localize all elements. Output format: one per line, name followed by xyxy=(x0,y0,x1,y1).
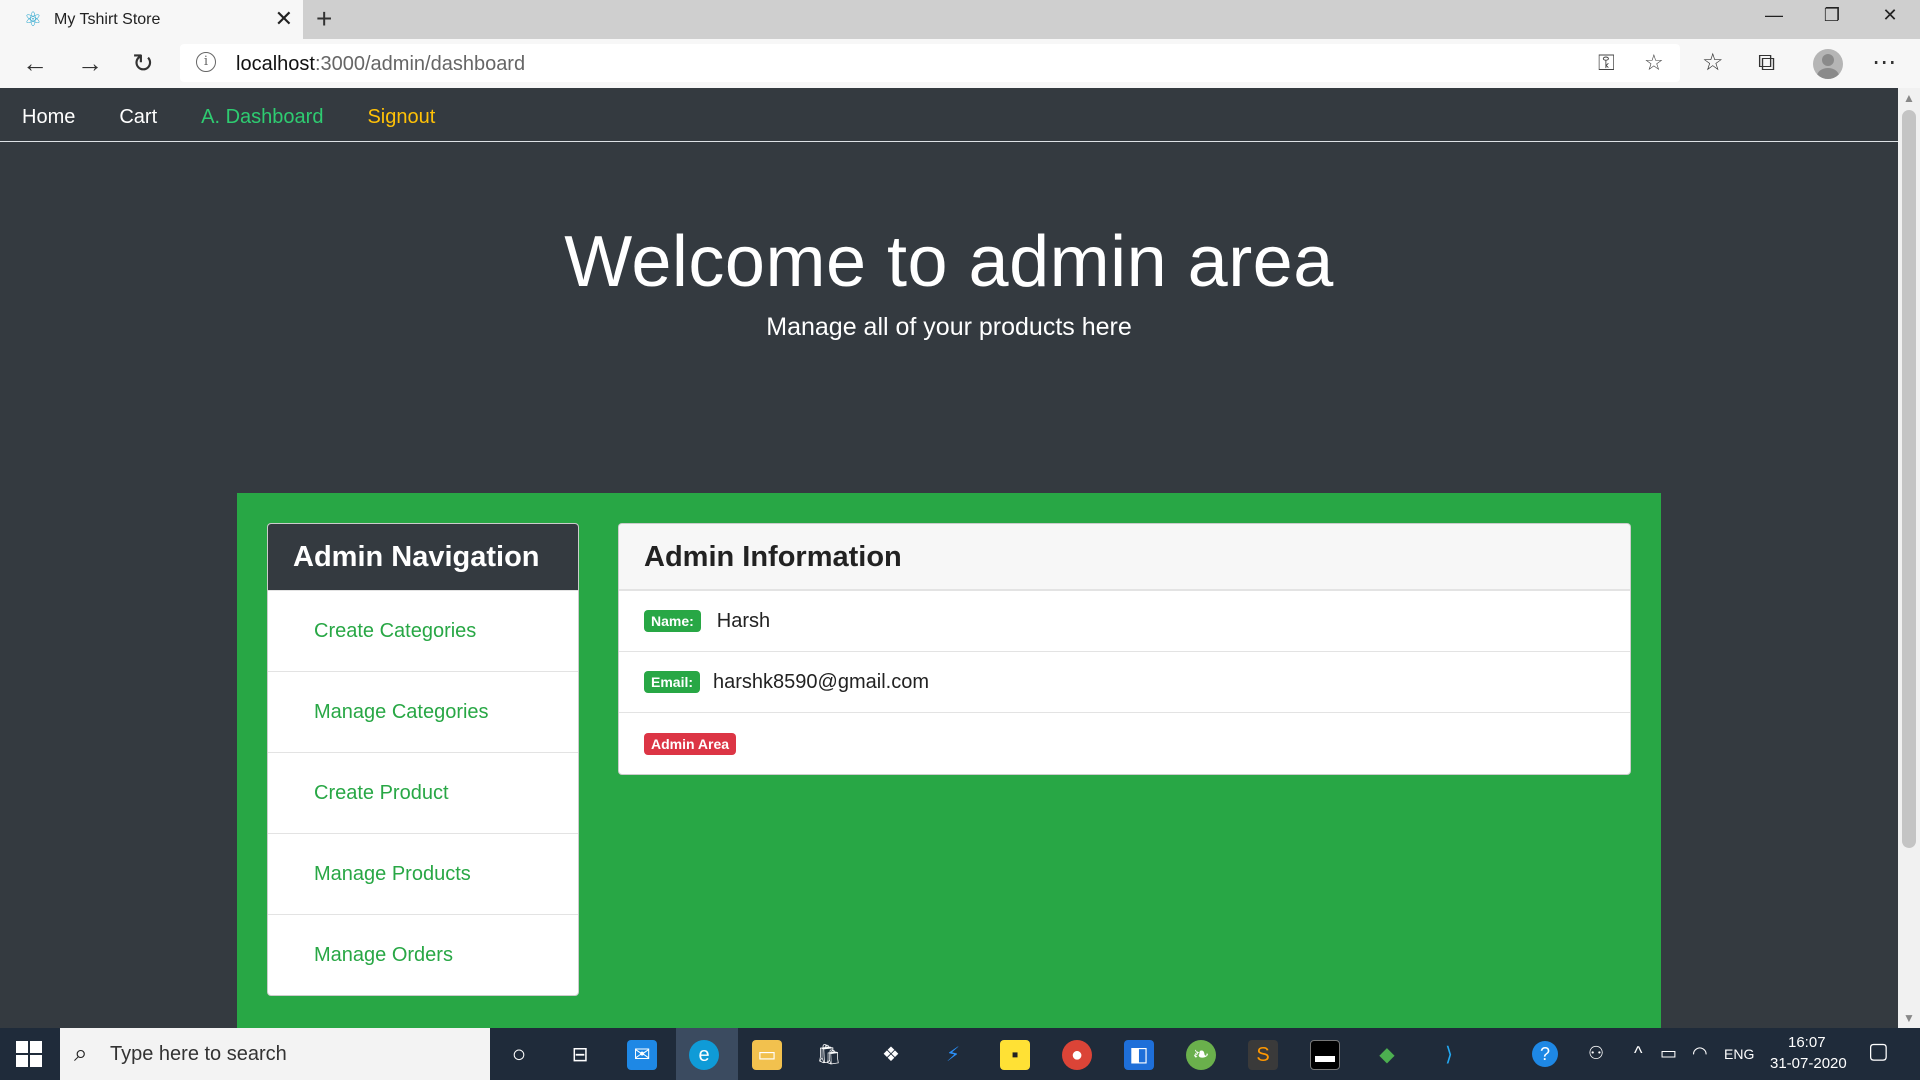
battery-icon[interactable]: ▭ xyxy=(1660,1043,1677,1063)
back-icon[interactable]: ← xyxy=(22,49,48,77)
hero-title: Welcome to admin area xyxy=(564,222,1334,302)
admin-name-row: Name: Harsh xyxy=(619,590,1630,651)
hero-section: Welcome to admin area Manage all of your… xyxy=(0,143,1898,342)
nav-cart-link[interactable]: Cart xyxy=(97,88,179,142)
edge-browser-icon[interactable]: e xyxy=(689,1040,719,1070)
store-icon[interactable]: 🛍 xyxy=(814,1040,844,1070)
restore-icon[interactable]: ❐ xyxy=(1804,0,1860,32)
hero-subtitle: Manage all of your products here xyxy=(766,313,1132,342)
browser-tab[interactable]: ⚛ My Tshirt Store ✕ xyxy=(0,0,303,39)
refresh-icon[interactable]: ↻ xyxy=(132,49,154,77)
close-tab-icon[interactable]: ✕ xyxy=(275,8,293,30)
admin-area-row: Admin Area xyxy=(619,712,1630,774)
admin-name-value: Harsh xyxy=(716,609,771,632)
favorites-icon[interactable]: ☆ xyxy=(1702,49,1724,77)
page-scrollbar[interactable]: ▲ ▼ xyxy=(1898,88,1920,1028)
create-product-link[interactable]: Create Product xyxy=(314,782,449,804)
file-explorer-icon[interactable]: ▭ xyxy=(752,1040,782,1070)
more-icon[interactable]: ⋯ xyxy=(1872,49,1896,77)
clock-time[interactable]: 16:07 xyxy=(1788,1034,1826,1051)
help-icon[interactable]: ? xyxy=(1532,1041,1558,1067)
taskbar-search-placeholder: Type here to search xyxy=(110,1043,287,1065)
create-categories-link[interactable]: Create Categories xyxy=(314,620,476,642)
react-favicon-icon: ⚛ xyxy=(24,8,42,31)
windows-taskbar: ⌕ Type here to search ○ ⊟ ✉ e ▭ 🛍 ❖ ⚡ ▪ … xyxy=(0,1028,1920,1080)
dropbox-icon[interactable]: ❖ xyxy=(876,1040,906,1070)
dashboard-panel: Admin Navigation Create Categories Manag… xyxy=(237,493,1661,1028)
chrome-icon[interactable]: ● xyxy=(1062,1040,1092,1070)
scroll-down-icon[interactable]: ▼ xyxy=(1903,1011,1915,1025)
search-icon: ⌕ xyxy=(74,1040,88,1067)
url-path: :3000/admin/dashboard xyxy=(314,53,526,75)
minimize-icon[interactable]: — xyxy=(1746,0,1802,32)
sticky-notes-icon[interactable]: ▪ xyxy=(1000,1040,1030,1070)
windows-start-icon[interactable] xyxy=(16,1041,42,1067)
tab-title: My Tshirt Store xyxy=(54,10,161,28)
collections-icon[interactable]: ⧉ xyxy=(1758,49,1775,77)
nav-dashboard-link[interactable]: A. Dashboard xyxy=(179,88,345,142)
admin-email-value: harshk8590@gmail.com xyxy=(713,670,929,693)
terminal-icon[interactable]: ▬ xyxy=(1310,1040,1340,1070)
notifications-icon[interactable]: ▢ xyxy=(1868,1040,1889,1062)
admin-navigation-card: Admin Navigation Create Categories Manag… xyxy=(267,523,579,996)
cortana-icon[interactable]: ○ xyxy=(504,1040,534,1070)
clock-date[interactable]: 31-07-2020 xyxy=(1770,1055,1847,1072)
task-view-icon[interactable]: ⊟ xyxy=(565,1040,595,1070)
nav-home-link[interactable]: Home xyxy=(0,88,97,142)
mongodb-icon[interactable]: ◆ xyxy=(1372,1040,1402,1070)
sublime-icon[interactable]: S xyxy=(1248,1040,1278,1070)
info-icon[interactable]: i xyxy=(196,52,216,72)
language-indicator[interactable]: ENG xyxy=(1724,1046,1754,1062)
taskbar-search-box[interactable]: ⌕ Type here to search xyxy=(60,1028,490,1080)
url-text[interactable]: localhost:3000/admin/dashboard xyxy=(236,53,525,76)
admin-nav-item-create-categories: Create Categories xyxy=(268,590,578,671)
profile-icon[interactable] xyxy=(1813,49,1843,79)
vscode-icon[interactable]: ⟩ xyxy=(1434,1040,1464,1070)
manage-orders-link[interactable]: Manage Orders xyxy=(314,944,453,966)
browser-toolbar: ← → ↻ i localhost:3000/admin/dashboard ⚿… xyxy=(0,39,1920,88)
email-badge: Email: xyxy=(644,671,701,693)
page-viewport: Home Cart A. Dashboard Signout Welcome t… xyxy=(0,88,1898,1028)
mail-icon[interactable]: ✉ xyxy=(627,1040,657,1070)
url-host: localhost xyxy=(236,53,315,75)
admin-information-card: Admin Information Name: Harsh Email: har… xyxy=(618,523,1631,775)
scroll-up-icon[interactable]: ▲ xyxy=(1903,91,1915,105)
address-bar[interactable]: i localhost:3000/admin/dashboard ⚿ ☆ xyxy=(180,44,1680,82)
vs-icon[interactable]: ⚡ xyxy=(938,1040,968,1070)
site-navbar: Home Cart A. Dashboard Signout xyxy=(0,88,1898,142)
manage-products-link[interactable]: Manage Products xyxy=(314,863,471,885)
star-icon[interactable]: ☆ xyxy=(1644,51,1664,75)
app-icon[interactable]: ◧ xyxy=(1124,1040,1154,1070)
wifi-icon[interactable]: ◠ xyxy=(1692,1043,1708,1063)
admin-nav-item-create-product: Create Product xyxy=(268,752,578,833)
key-icon[interactable]: ⚿ xyxy=(1598,51,1615,75)
forward-icon[interactable]: → xyxy=(77,49,103,77)
chevron-up-icon[interactable]: ^ xyxy=(1634,1043,1642,1063)
window-close-icon[interactable]: ✕ xyxy=(1862,0,1918,32)
admin-information-header: Admin Information xyxy=(619,524,1630,590)
admin-email-row: Email: harshk8590@gmail.com xyxy=(619,651,1630,712)
admin-area-badge: Admin Area xyxy=(644,732,737,755)
admin-nav-item-manage-products: Manage Products xyxy=(268,833,578,914)
nav-signout-link[interactable]: Signout xyxy=(345,88,457,142)
name-badge: Name: xyxy=(644,610,701,632)
spring-icon[interactable]: ❧ xyxy=(1186,1040,1216,1070)
admin-nav-item-manage-categories: Manage Categories xyxy=(268,671,578,752)
new-tab-icon[interactable]: + xyxy=(316,3,332,35)
scroll-thumb[interactable] xyxy=(1902,110,1916,848)
manage-categories-link[interactable]: Manage Categories xyxy=(314,701,489,723)
browser-tabstrip: ⚛ My Tshirt Store ✕ + — ❐ ✕ xyxy=(0,0,1920,39)
people-icon[interactable]: ⚇ xyxy=(1588,1043,1604,1063)
admin-nav-item-manage-orders: Manage Orders xyxy=(268,914,578,995)
admin-navigation-header: Admin Navigation xyxy=(268,524,578,590)
